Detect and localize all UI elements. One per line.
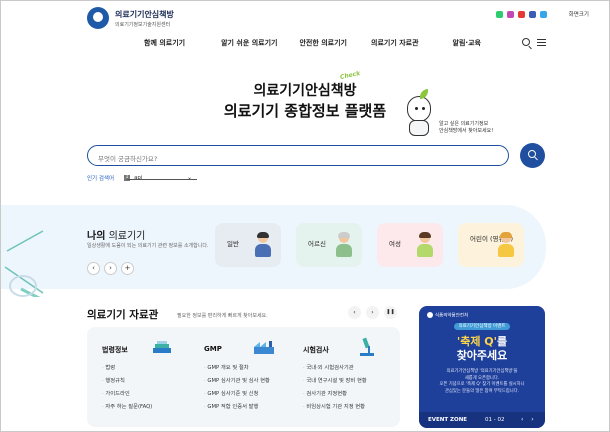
popular-rank-badge: 1 bbox=[124, 175, 131, 181]
sns-links bbox=[496, 11, 547, 18]
my-device-description: 일상생활에 도움이 되는 의료기기 관련 정보를 소개합니다. bbox=[87, 243, 209, 249]
event-organization: 식품의약품안전처 bbox=[427, 312, 468, 319]
person-child-icon bbox=[498, 232, 514, 257]
column-list-gmp: GMP 개요 및 절차 GMP 심사기관 및 심사 현황 GMP 심사기준 및 … bbox=[204, 362, 270, 414]
list-item[interactable]: GMP 심사기관 및 심사 현황 bbox=[204, 375, 269, 388]
site-logo[interactable]: 의료기기안심책방 의료기기정보기술지원센터 bbox=[87, 7, 174, 29]
nav-item-easy[interactable]: 알기 쉬운 의료기기 bbox=[221, 38, 277, 48]
column-title-law[interactable]: 법령정보 bbox=[102, 345, 128, 355]
nav-item-safe[interactable]: 안전한 의료기기 bbox=[299, 38, 347, 48]
facebook-icon[interactable] bbox=[529, 11, 536, 18]
event-zone-bar: EVENT ZONE 01 - 02 ‹ › bbox=[419, 412, 545, 428]
main-search-box bbox=[87, 145, 509, 169]
list-item[interactable]: 국내·외 시험검사기관 bbox=[303, 362, 367, 375]
nav-item-together[interactable]: 함께 의료기기 bbox=[144, 38, 185, 48]
mascot-illustration bbox=[404, 89, 434, 138]
books-icon bbox=[153, 341, 171, 353]
list-item[interactable]: 법령 bbox=[102, 362, 152, 375]
search-submit-button[interactable] bbox=[520, 143, 545, 168]
library-title: 의료기기 자료관 bbox=[87, 309, 159, 321]
chevron-down-icon[interactable]: ⌄ bbox=[187, 174, 192, 181]
logo-title: 의료기기안심책방 bbox=[115, 9, 174, 19]
instagram-icon[interactable] bbox=[496, 11, 503, 18]
search-icon[interactable] bbox=[522, 38, 530, 46]
list-item[interactable]: 행정규칙 bbox=[102, 375, 152, 388]
library-next-button[interactable]: › bbox=[366, 306, 379, 319]
person-senior-icon bbox=[336, 232, 352, 257]
popular-keyword-item[interactable]: api bbox=[134, 175, 142, 181]
list-item[interactable]: 검사기관 지정현황 bbox=[303, 388, 367, 401]
column-title-gmp[interactable]: GMP bbox=[204, 345, 222, 353]
list-item[interactable]: 비임상시험 기관 지정 현황 bbox=[303, 401, 367, 414]
column-list-law: 법령 행정규칙 가이드라인 자주 하는 질문(FAQ) bbox=[102, 362, 152, 414]
library-description: 필요한 정보를 편리하게 빠르게 찾아보세요. bbox=[177, 313, 268, 319]
zoom-control[interactable]: 화면크기 bbox=[569, 10, 589, 18]
event-headline-2: 찾아주세요 bbox=[456, 349, 508, 362]
event-banner[interactable]: 식품의약품안전처 의료기기안심책방 이벤트 '축제 Q'를 찾아주세요 의료기기… bbox=[419, 306, 545, 428]
person-general-icon bbox=[255, 232, 271, 257]
hero-title-line2: 의료기기 종합정보 플랫폼 bbox=[223, 102, 387, 120]
library-pause-button[interactable]: ❚❚ bbox=[384, 306, 397, 319]
person-woman-icon bbox=[417, 232, 433, 257]
logo-icon bbox=[87, 7, 109, 29]
youtube-icon[interactable] bbox=[518, 11, 525, 18]
prev-button[interactable]: ‹ bbox=[87, 262, 100, 275]
list-item[interactable]: 자주 하는 질문(FAQ) bbox=[102, 401, 152, 414]
popular-keywords-label: 인기 검색어 bbox=[87, 176, 115, 182]
library-prev-button[interactable]: ‹ bbox=[348, 306, 361, 319]
list-item[interactable]: 국내 연구시설 및 장비 현황 bbox=[303, 375, 366, 388]
card-children[interactable]: 어린이 (영유아) bbox=[458, 223, 524, 267]
next-button[interactable]: › bbox=[104, 262, 117, 275]
event-description: 의료기기안심책방 '의료기기안심책방'을 새롭게 오픈합니다. 오픈 기념으로 … bbox=[439, 369, 525, 394]
factory-icon bbox=[254, 341, 274, 354]
microscope-icon bbox=[360, 337, 374, 356]
column-title-test[interactable]: 시험검사 bbox=[303, 345, 329, 355]
event-subtitle: 의료기기안심책방 이벤트 bbox=[453, 323, 511, 330]
card-women[interactable]: 여성 bbox=[377, 223, 443, 267]
column-list-test: 국내·외 시험검사기관 국내 연구시설 및 장비 현황 검사기관 지정현황 비임… bbox=[303, 362, 367, 414]
nav-item-notice[interactable]: 알림·교육 bbox=[453, 38, 481, 48]
site-header: 의료기기안심책방 의료기기정보기술지원센터 화면크기 함께 의료기기 알기 쉬운… bbox=[1, 1, 609, 61]
blog-icon[interactable] bbox=[507, 11, 514, 18]
list-item[interactable]: GMP 적합 인증서 발행 bbox=[204, 401, 270, 414]
event-zone-label: EVENT ZONE bbox=[428, 417, 468, 423]
twitter-icon[interactable] bbox=[540, 11, 547, 18]
decorative-circle bbox=[9, 275, 37, 297]
list-item[interactable]: 가이드라인 bbox=[102, 388, 152, 401]
main-nav: 함께 의료기기 알기 쉬운 의료기기 안전한 의료기기 의료기기 자료관 알림·… bbox=[144, 38, 517, 48]
event-page-indicator: 01 - 02 bbox=[485, 417, 505, 423]
add-button[interactable]: + bbox=[121, 262, 134, 275]
popular-keywords: 인기 검색어 1 api bbox=[87, 174, 142, 182]
card-senior[interactable]: 어르신 bbox=[296, 223, 362, 267]
logo-subtitle: 의료기기정보기술지원센터 bbox=[115, 21, 171, 28]
nav-item-library[interactable]: 의료기기 자료관 bbox=[371, 38, 419, 48]
mascot-speech: 알고 싶은 의료기기정보 안심책방에서 찾아보세요! bbox=[439, 121, 494, 134]
hamburger-menu-icon[interactable] bbox=[537, 39, 546, 46]
list-item[interactable]: GMP 심사기준 및 신청 bbox=[204, 388, 270, 401]
main-search-input[interactable] bbox=[98, 149, 476, 169]
list-item[interactable]: GMP 개요 및 절차 bbox=[204, 362, 270, 375]
hero-title-line1: 의료기기안심책방 bbox=[253, 83, 357, 99]
event-arrows[interactable]: ‹ › bbox=[521, 416, 537, 423]
my-device-title: 나의 의료기기 bbox=[87, 231, 146, 242]
card-general[interactable]: 일반 bbox=[215, 223, 281, 267]
